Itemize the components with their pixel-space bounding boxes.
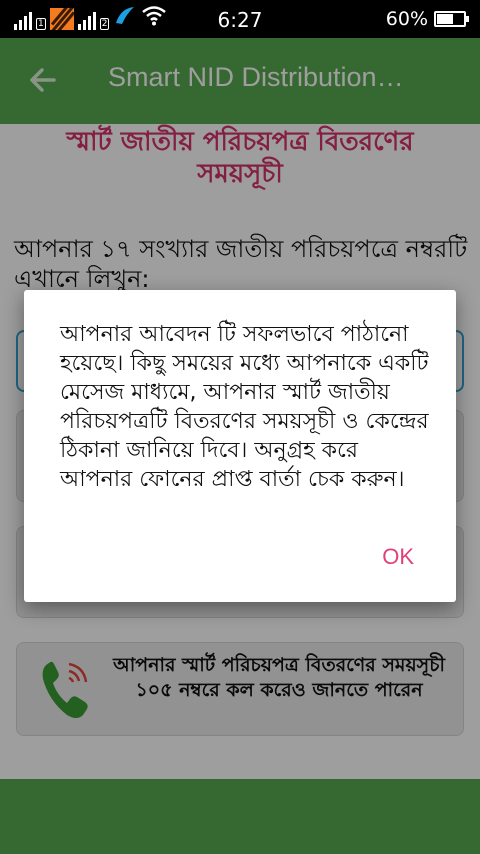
battery-icon <box>434 11 469 27</box>
status-bar: 1 2 6:27 60% <box>0 0 480 38</box>
success-dialog: আপনার আবেদন টি সফলভাবে পাঠানো হয়েছে। কি… <box>24 290 456 602</box>
ok-button[interactable]: OK <box>382 544 414 570</box>
dialog-message: আপনার আবেদন টি সফলভাবে পাঠানো হয়েছে। কি… <box>60 322 429 492</box>
battery-percent: 60% <box>385 8 428 30</box>
